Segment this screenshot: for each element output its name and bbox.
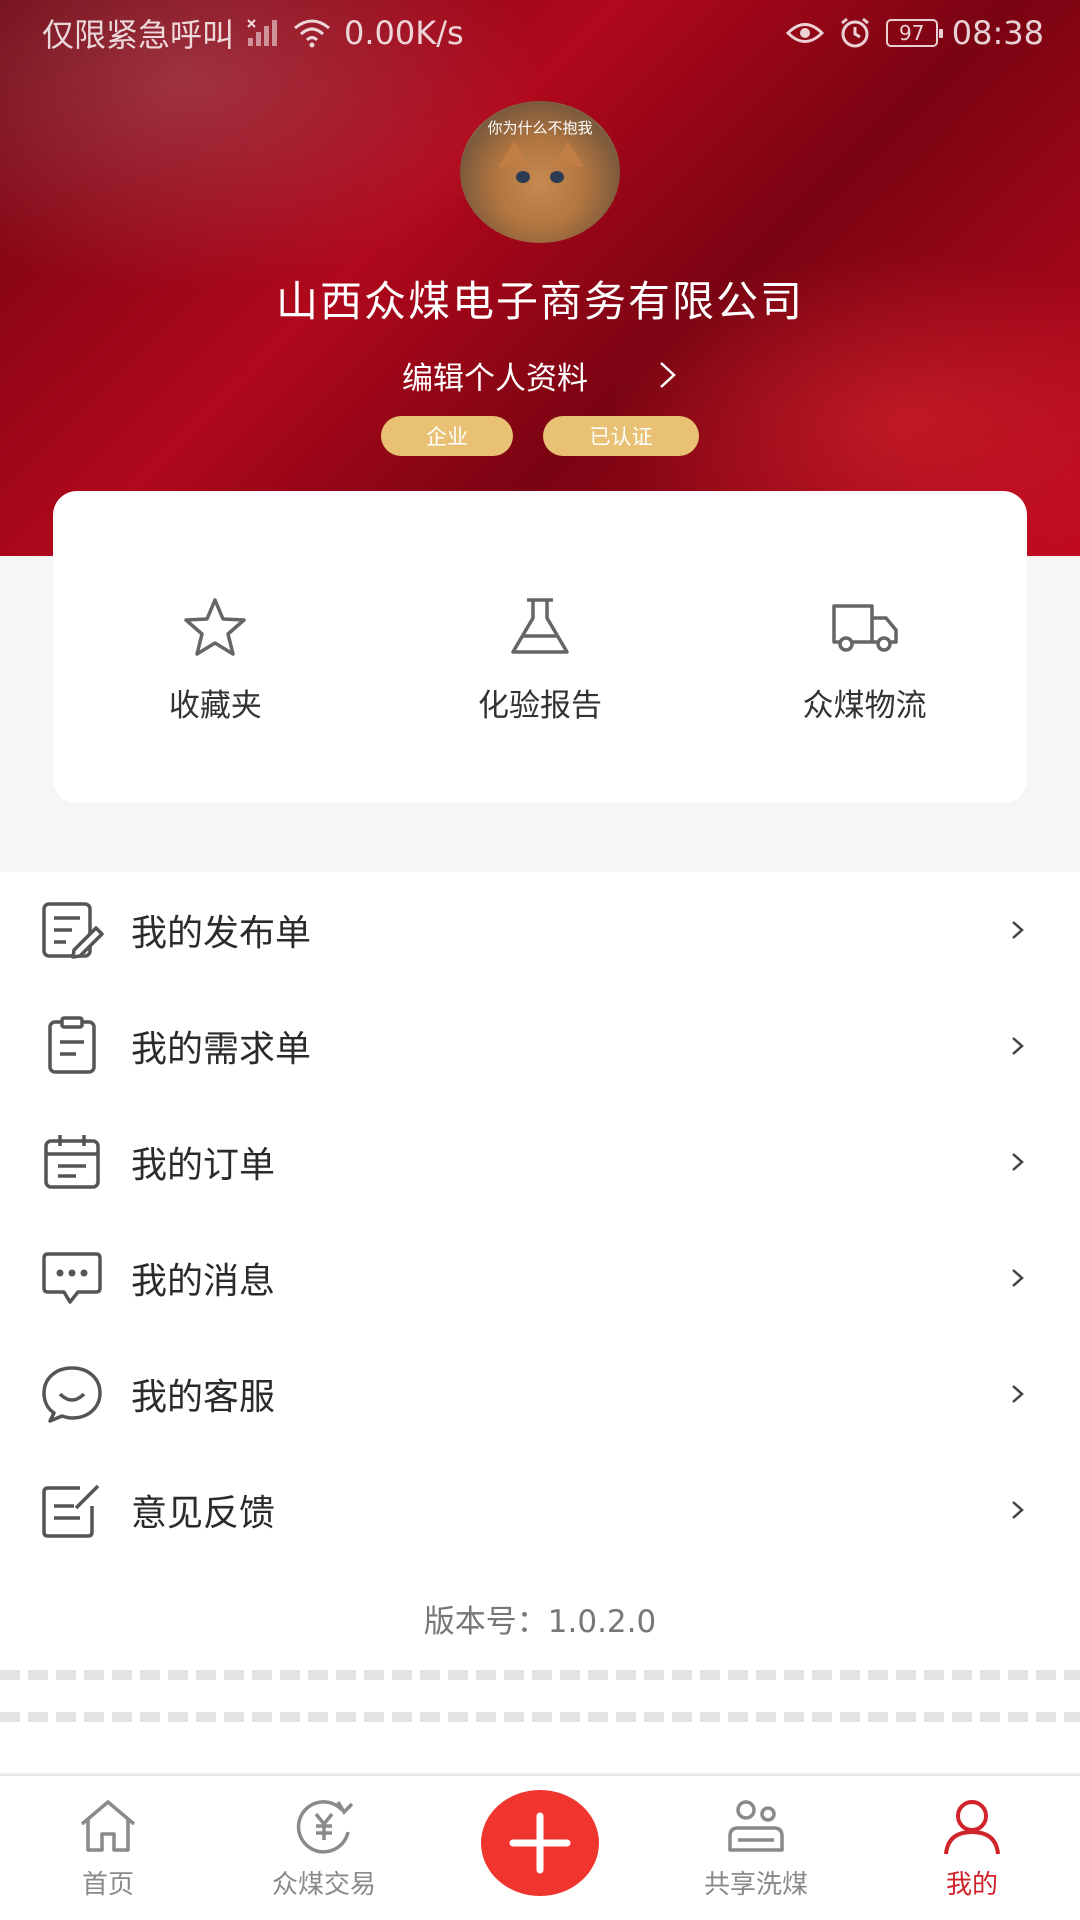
star-icon xyxy=(184,598,247,656)
nav-label: 众煤交易 xyxy=(271,1870,376,1900)
message-icon xyxy=(42,1252,102,1304)
divider xyxy=(0,1712,1080,1722)
badge-enterprise: 企业 xyxy=(381,416,513,456)
nav-tab-trading[interactable]: 众煤交易 xyxy=(244,1796,404,1901)
edit-profile-label: 编辑个人资料 xyxy=(402,360,588,397)
currency-exchange-icon xyxy=(296,1800,354,1854)
nav-label: 共享洗煤 xyxy=(703,1870,808,1900)
truck-icon xyxy=(831,604,898,652)
nav-tab-home[interactable]: 首页 xyxy=(28,1796,188,1901)
quick-action-logistics[interactable]: 众煤物流 xyxy=(745,491,985,725)
chevron-right-icon xyxy=(660,362,676,388)
quick-actions-card: 收藏夹 化验报告 众煤物流 xyxy=(53,491,1027,803)
menu-item-feedback[interactable]: 意见反馈 xyxy=(0,1452,1080,1568)
chevron-right-icon xyxy=(1012,1269,1024,1287)
status-bar: 仅限紧急呼叫 0.00K/s 97 08:38 xyxy=(0,0,1080,66)
menu-item-customer-service[interactable]: 我的客服 xyxy=(0,1336,1080,1452)
flask-icon xyxy=(511,598,569,654)
edit-document-icon xyxy=(42,902,104,959)
chevron-right-icon xyxy=(1012,1037,1024,1055)
avatar-caption: 你为什么不抱我 xyxy=(487,119,593,137)
nav-tab-shared-washing[interactable]: 共享洗煤 xyxy=(676,1796,836,1901)
user-icon xyxy=(944,1800,1000,1855)
calendar-icon xyxy=(44,1135,100,1189)
company-name: 山西众煤电子商务有限公司 xyxy=(275,277,804,326)
wifi-icon xyxy=(294,19,330,48)
feedback-icon xyxy=(42,1484,100,1538)
avatar[interactable]: 你为什么不抱我 xyxy=(460,101,620,243)
badge-row: 企业 已认证 xyxy=(0,416,1080,456)
menu-label: 我的发布单 xyxy=(131,913,312,954)
plus-icon xyxy=(509,1812,571,1874)
avatar-image-part xyxy=(498,141,530,167)
menu-label: 我的消息 xyxy=(131,1261,276,1302)
menu-item-my-orders[interactable]: 我的订单 xyxy=(0,1104,1080,1220)
profile-header: 仅限紧急呼叫 0.00K/s 97 08:38 你为什么不抱我 山西众煤电子商务… xyxy=(0,0,1080,556)
avatar-image-part xyxy=(550,171,564,183)
customer-service-icon xyxy=(42,1366,102,1423)
carrier-text: 仅限紧急呼叫 xyxy=(42,16,235,54)
avatar-image-part xyxy=(516,171,530,183)
quick-action-label: 收藏夹 xyxy=(168,688,262,724)
menu-item-my-demands[interactable]: 我的需求单 xyxy=(0,988,1080,1104)
menu-item-my-listings[interactable]: 我的发布单 xyxy=(0,872,1080,988)
nav-label: 我的 xyxy=(945,1870,998,1900)
chevron-right-icon xyxy=(1012,1153,1024,1171)
network-speed: 0.00K/s xyxy=(344,14,464,52)
quick-action-label: 化验报告 xyxy=(477,688,602,724)
signal-icon xyxy=(247,19,278,46)
menu-item-my-messages[interactable]: 我的消息 xyxy=(0,1220,1080,1336)
alarm-icon xyxy=(840,17,869,48)
version-text: 版本号：1.0.2.0 xyxy=(423,1604,657,1640)
chevron-right-icon xyxy=(1012,1385,1024,1403)
quick-action-favorites[interactable]: 收藏夹 xyxy=(95,491,335,725)
quick-action-label: 众煤物流 xyxy=(802,688,927,724)
chevron-right-icon xyxy=(1012,1501,1024,1519)
menu-label: 我的需求单 xyxy=(131,1029,312,1070)
menu-label: 我的客服 xyxy=(131,1377,276,1418)
edit-profile-link[interactable]: 编辑个人资料 xyxy=(0,350,1080,400)
publish-fab-button[interactable] xyxy=(481,1790,599,1896)
quick-action-lab-report[interactable]: 化验报告 xyxy=(420,491,660,725)
eye-icon xyxy=(785,23,824,43)
menu-label: 我的订单 xyxy=(131,1145,276,1186)
battery-icon: 97 xyxy=(885,19,943,47)
clock: 08:38 xyxy=(951,14,1044,52)
nav-tab-mine[interactable]: 我的 xyxy=(892,1796,1052,1901)
avatar-image-part xyxy=(552,141,584,167)
chevron-right-icon xyxy=(1012,921,1024,939)
badge-verified: 已认证 xyxy=(543,416,699,456)
divider xyxy=(0,1670,1080,1680)
clipboard-icon xyxy=(48,1016,96,1074)
nav-label: 首页 xyxy=(81,1870,134,1900)
shared-wash-icon xyxy=(728,1800,784,1852)
menu-label: 意见反馈 xyxy=(131,1493,276,1534)
home-icon xyxy=(80,1800,136,1852)
